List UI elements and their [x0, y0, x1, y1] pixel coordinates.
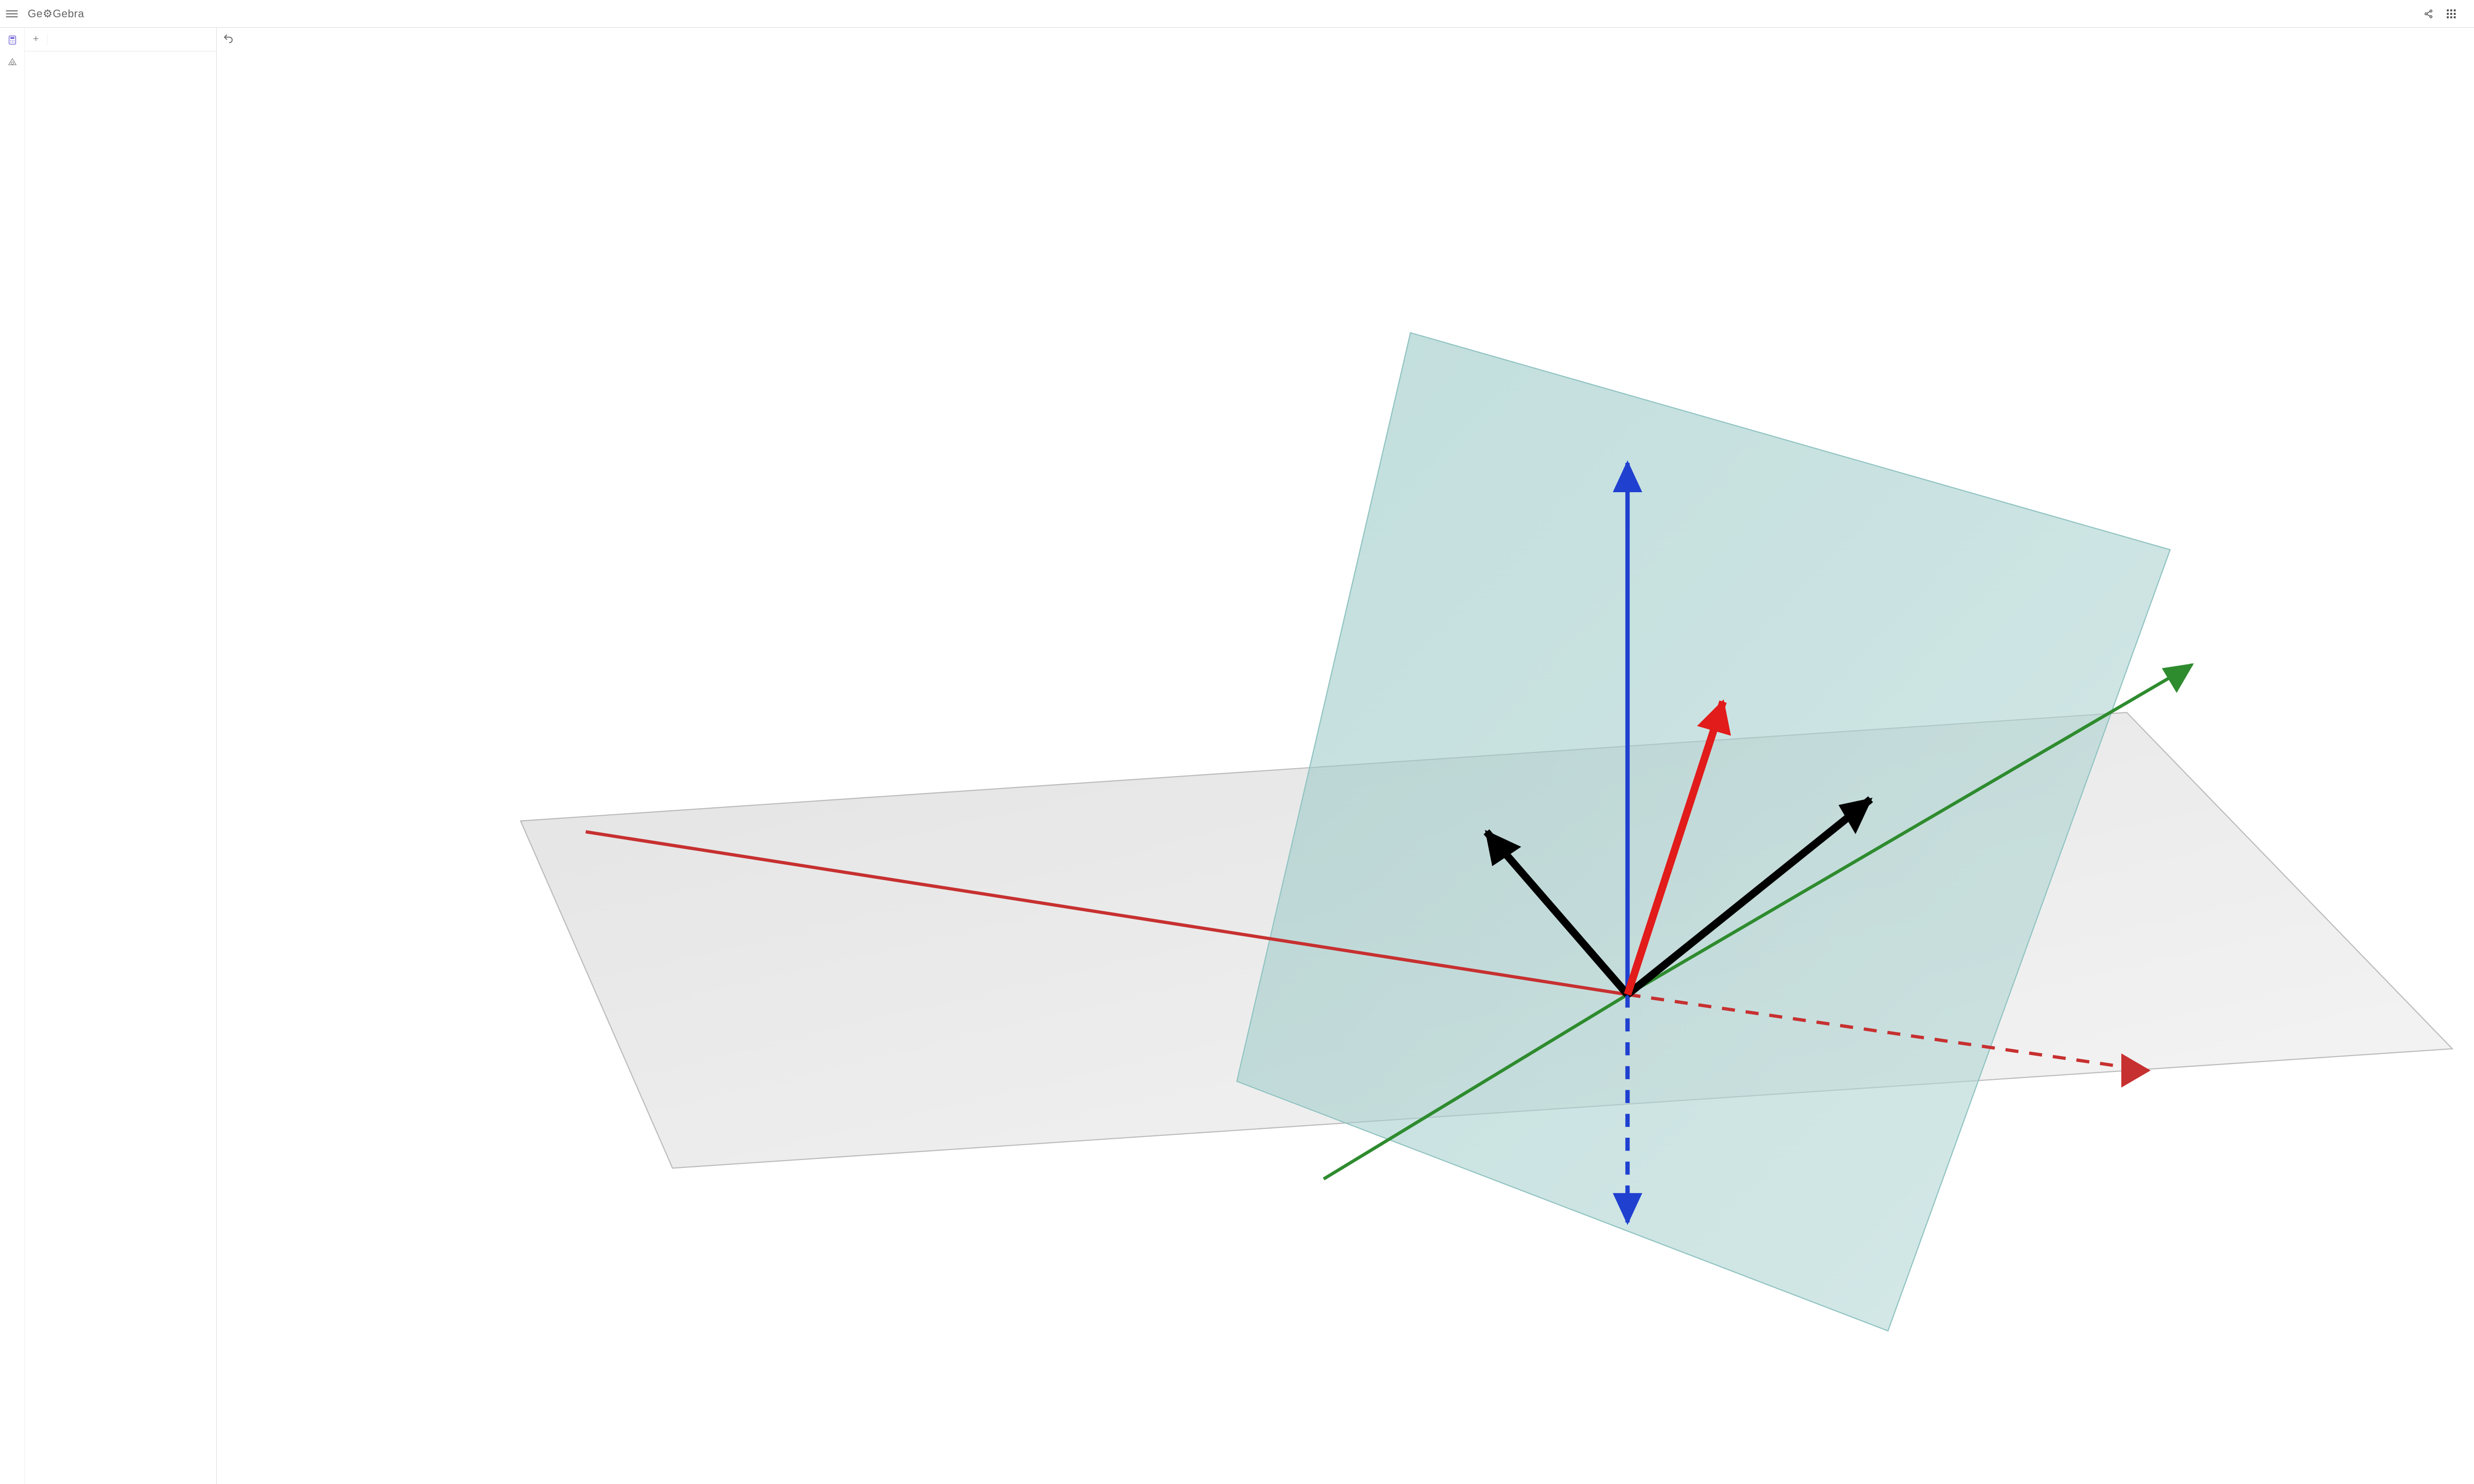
side-tabs — [0, 28, 25, 1484]
algebra-input[interactable] — [48, 35, 216, 44]
plane-p[interactable] — [1237, 333, 2170, 1331]
tab-tools[interactable] — [7, 57, 18, 69]
tools-icon — [7, 57, 18, 68]
menu-icon[interactable] — [6, 8, 18, 20]
apps-icon[interactable] — [2445, 8, 2457, 20]
algebra-panel: + — [25, 28, 217, 1484]
input-row: + — [25, 28, 216, 51]
header: Ge⚙Gebra — [0, 0, 2474, 28]
add-button[interactable]: + — [25, 34, 48, 45]
brand-logo[interactable]: Ge⚙Gebra — [28, 7, 84, 20]
scene-canvas[interactable] — [217, 28, 2474, 1484]
share-icon[interactable] — [2423, 8, 2434, 20]
tab-algebra[interactable] — [7, 35, 18, 47]
undo-icon[interactable] — [223, 33, 234, 46]
graphics-view[interactable] — [217, 28, 2474, 1484]
calculator-icon — [7, 35, 18, 46]
